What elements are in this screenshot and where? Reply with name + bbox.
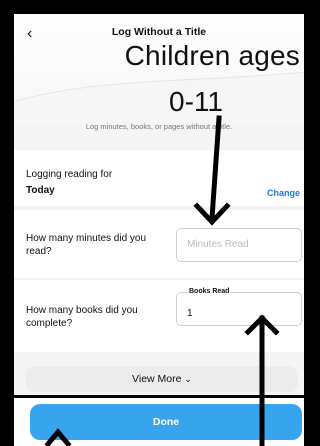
page-title: Log Without a Title (111, 26, 207, 38)
books-legend: Books Read (187, 287, 232, 297)
books-value: 1 (187, 308, 193, 319)
minutes-question: How many minutes did you read? (26, 233, 147, 257)
books-question: How many books did you complete? (26, 305, 138, 329)
chevron-down-icon: ⌄ (184, 374, 192, 384)
done-button[interactable]: Done (30, 404, 302, 440)
view-more-button[interactable]: View More ⌄ (26, 366, 298, 392)
logging-label: Logging reading for (26, 169, 113, 180)
overlay-title: Children ages (124, 40, 300, 71)
hint-text: Log minutes, books, or pages without a t… (85, 122, 233, 131)
books-input[interactable]: Books Read 1 (176, 287, 302, 326)
minutes-input[interactable]: Minutes Read (176, 228, 302, 262)
header: ‹ Log Without a Title Log minutes, books… (14, 14, 304, 142)
logging-date: Today (26, 185, 55, 196)
minutes-placeholder: Minutes Read (187, 239, 249, 250)
overlay-subtitle: 0-11 (169, 86, 223, 117)
change-button[interactable]: Change (267, 188, 300, 198)
app-screen: ‹ Log Without a Title Log minutes, books… (14, 14, 304, 446)
view-more-label: View More (132, 373, 182, 385)
